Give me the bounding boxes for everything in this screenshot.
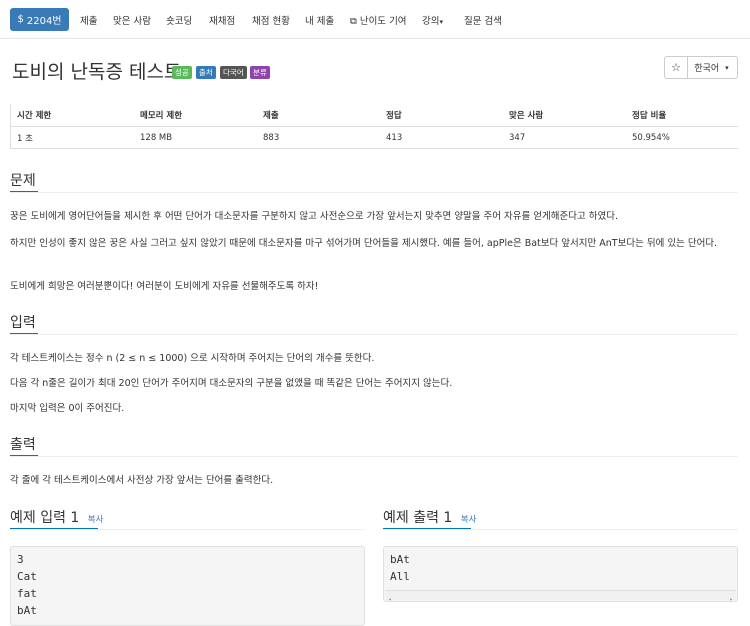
divider — [10, 192, 738, 193]
external-link-icon: ⧉ — [350, 16, 357, 27]
nav-short-coding[interactable]: 숏코딩 — [166, 13, 192, 27]
nav-accepted-users[interactable]: 맞은 사람 — [113, 13, 151, 27]
nav-status[interactable]: 채점 현황 — [252, 13, 290, 27]
sample-output-box[interactable]: bAt All ◂ ▸ — [383, 546, 738, 603]
problem-paragraph: 하지만 인성이 좋지 않은 꿍은 사실 그러고 싶지 않았기 때문에 대소문자를… — [10, 238, 718, 249]
table-header: 메모리 제한 — [134, 104, 257, 127]
caret-down-icon: ▾ — [439, 18, 443, 26]
nav-lectures-dropdown[interactable]: 강의▾ — [422, 13, 443, 27]
problem-info-table: 시간 제한 메모리 제한 제출 정답 맞은 사람 정답 비율 1 초 128 M… — [10, 104, 738, 149]
page-title: 도비의 난독증 테스트 — [12, 61, 182, 83]
problem-paragraph: 꿍은 도비에게 영어단어들을 제시한 후 어떤 단어가 대소문자를 구분하지 않… — [10, 211, 618, 222]
sample-output-title: 예제 출력 1 복사 — [383, 510, 477, 526]
divider — [383, 529, 738, 530]
label-multilang[interactable]: 다국어 — [220, 66, 247, 79]
table-cell: 128 MB — [134, 126, 257, 149]
table-cell: 50.954% — [626, 126, 738, 149]
label-source[interactable]: 출처 — [196, 66, 216, 79]
nav-my-submissions[interactable]: 내 제출 — [305, 13, 334, 27]
divider — [10, 529, 365, 530]
table-cell[interactable]: 413 — [380, 126, 503, 149]
top-navigation: $ 2204번 제출 맞은 사람 숏코딩 재채점 채점 현황 내 제출 ⧉ 난이… — [0, 0, 750, 39]
divider — [10, 334, 738, 335]
language-dropdown[interactable]: 한국어 ▾ — [686, 56, 738, 79]
table-cell[interactable]: 883 — [257, 126, 380, 149]
nav-difficulty-contribution[interactable]: ⧉ 난이도 기여 — [350, 13, 407, 27]
favorite-button[interactable]: ☆ — [664, 56, 688, 79]
star-icon: ☆ — [671, 61, 681, 74]
table-row: 1 초 128 MB 883 413 347 50.954% — [10, 126, 738, 149]
table-cell[interactable]: 347 — [503, 126, 626, 149]
dollar-icon: $ — [17, 14, 24, 25]
section-title-input: 입력 — [10, 315, 36, 331]
nav-rejudge[interactable]: 재채점 — [209, 13, 235, 27]
output-paragraph: 각 줄에 각 테스트케이스에서 사전상 가장 앞서는 단어를 출력한다. — [10, 475, 274, 486]
input-paragraph: 마지막 입력은 0이 주어진다. — [10, 403, 125, 414]
horizontal-scrollbar[interactable]: ◂ ▸ — [385, 590, 736, 603]
scroll-right-icon[interactable]: ▸ — [729, 591, 733, 608]
language-label: 한국어 — [694, 64, 720, 74]
section-title-output: 출력 — [10, 437, 36, 453]
table-header: 제출 — [257, 104, 380, 127]
label-category[interactable]: 분류 — [250, 66, 270, 79]
copy-sample-input-button[interactable]: 복사 — [88, 515, 104, 525]
divider — [10, 456, 738, 457]
table-header-row: 시간 제한 메모리 제한 제출 정답 맞은 사람 정답 비율 — [10, 104, 738, 127]
sample-input-box[interactable]: 3 Cat fat bAt — [10, 546, 365, 626]
table-header: 시간 제한 — [10, 104, 134, 127]
table-header: 정답 — [380, 104, 503, 127]
problem-number-button[interactable]: $ 2204번 — [10, 8, 69, 31]
label-success[interactable]: 성공 — [172, 66, 192, 79]
caret-down-icon: ▾ — [725, 63, 729, 72]
copy-sample-output-button[interactable]: 복사 — [461, 515, 477, 525]
input-paragraph: 각 테스트케이스는 정수 n (2 ≤ n ≤ 1000) 으로 시작하며 주어… — [10, 353, 375, 364]
section-title-problem: 문제 — [10, 173, 36, 189]
input-paragraph: 다음 각 n줄은 길이가 최대 20인 단어가 주어지며 대소문자의 구분을 없… — [10, 378, 453, 389]
problem-number-label: 2204번 — [26, 16, 62, 27]
problem-paragraph: 도비에게 희망은 여러분뿐이다! 여러분이 도비에게 자유를 선물해주도록 하자… — [10, 281, 319, 292]
nav-question-search[interactable]: 질문 검색 — [464, 13, 502, 27]
table-header: 정답 비율 — [626, 104, 738, 127]
sample-input-title: 예제 입력 1 복사 — [10, 510, 104, 526]
table-cell: 1 초 — [10, 126, 134, 149]
nav-submit[interactable]: 제출 — [80, 13, 97, 27]
scroll-left-icon[interactable]: ◂ — [388, 591, 392, 608]
table-header: 맞은 사람 — [503, 104, 626, 127]
